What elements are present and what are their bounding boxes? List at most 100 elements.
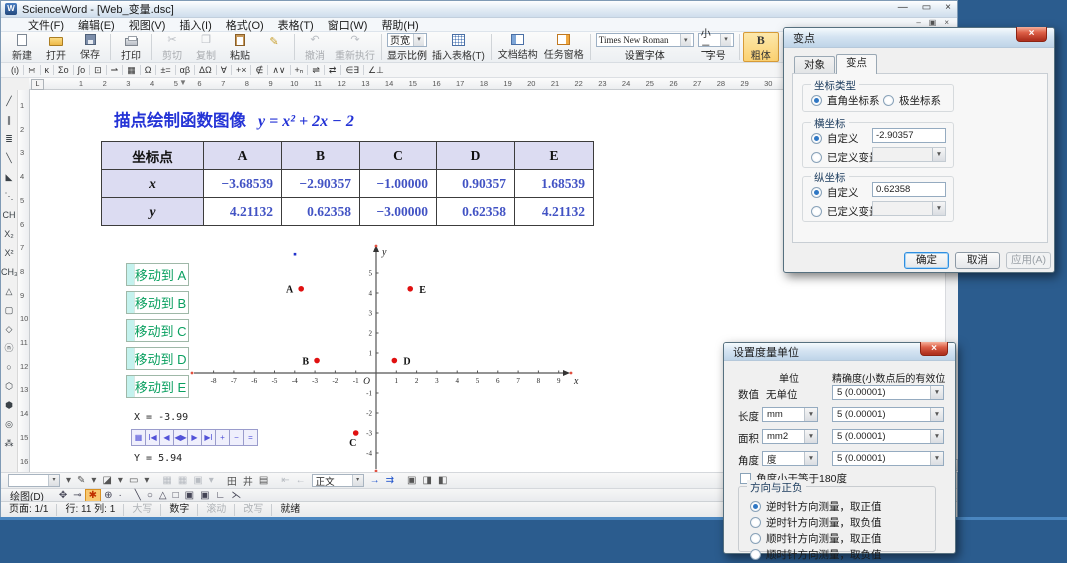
format-icon-disabled-4[interactable]: ▾ [206, 475, 217, 486]
format-icon-disabled-1[interactable]: ▦ [159, 475, 174, 486]
draw-tool-icon-5[interactable]: · [115, 490, 124, 501]
math-tool-icon-9[interactable]: Ω [141, 64, 156, 77]
copy-button[interactable]: ❐复制 [189, 32, 223, 62]
close-icon[interactable]: × [1016, 27, 1047, 42]
apply-button[interactable]: 应用(A) [1006, 252, 1051, 269]
task-pane-button[interactable]: 任务窗格 [541, 32, 587, 62]
math-tool-icon-16[interactable]: ∧∨ [268, 64, 289, 77]
format-painter-button[interactable]: ✎ [257, 32, 291, 62]
x-value-input[interactable] [872, 128, 946, 143]
arrow-icon-1[interactable]: ⇤ [278, 475, 292, 486]
move-to-button-d[interactable]: 移动到 D [126, 347, 189, 370]
draw-tool-icon-1[interactable]: ✥ [56, 490, 70, 501]
print-button[interactable]: 打印 [114, 32, 148, 62]
draw-tool-icon-3[interactable]: ✱ [85, 489, 101, 502]
view-icon-2[interactable]: ◨ [420, 475, 435, 486]
nav-arrow-icon-2[interactable]: ⇉ [383, 475, 397, 486]
arrow-icon-2[interactable]: ← [293, 475, 309, 486]
precision-combo-2[interactable]: 5 (0.00001)▼ [832, 407, 944, 422]
cut-button[interactable]: ✂剪切 [155, 32, 189, 62]
restore-button[interactable]: ▭ [922, 2, 931, 13]
doc-minimize-button[interactable]: – [916, 18, 920, 27]
shape-tool-icon-2[interactable]: ∥ [1, 111, 17, 130]
vertical-ruler[interactable]: 12345678910111213141516 [18, 90, 30, 472]
format-icon-7[interactable]: ▾ [141, 475, 152, 486]
x-defined-radio[interactable]: 已定义变量 [811, 148, 880, 166]
math-tool-icon-6[interactable]: ⊡ [90, 64, 106, 77]
shape-tool-icon-11[interactable]: △ [1, 282, 17, 301]
format-icon-4[interactable]: ◪ [99, 475, 114, 486]
grid-icon-1[interactable]: 田 [224, 473, 240, 488]
shape-tool-icon-1[interactable]: ╱ [1, 92, 17, 111]
coord-type-option-1[interactable]: 直角坐标系 [811, 91, 880, 109]
math-tool-icon-2[interactable]: ∺ [24, 64, 40, 77]
new-button[interactable]: 新建 [5, 32, 39, 62]
math-tool-icon-18[interactable]: ⇌ [308, 64, 324, 77]
math-tool-icon-21[interactable]: ∠⊥ [364, 64, 388, 77]
font-family-combo[interactable]: Times New Roman▾ [596, 33, 694, 47]
draw-tool-icon-12[interactable]: ∟ [213, 490, 229, 501]
grid-icon-3[interactable]: ▤ [256, 475, 271, 486]
format-icon-2[interactable]: ✎ [74, 475, 88, 486]
y-value-input[interactable] [872, 182, 946, 197]
menu-item-2[interactable]: 编辑(E) [71, 17, 122, 33]
bold-button[interactable]: B粗体 [743, 32, 779, 62]
title-bar[interactable]: W ScienceWord - [Web_变量.dsc] — ▭ × [1, 1, 957, 18]
shape-tool-icon-10[interactable]: CH₃ [1, 263, 17, 282]
math-tool-icon-3[interactable]: ĸ [41, 64, 54, 77]
unit-combo-3[interactable]: mm2▼ [762, 429, 818, 444]
menu-item-6[interactable]: 表格(T) [271, 17, 321, 33]
draw-tool-icon-7[interactable]: ○ [144, 490, 156, 501]
shape-tool-icon-14[interactable]: ⓝ [1, 339, 17, 358]
shape-tool-icon-15[interactable]: ○ [1, 358, 17, 377]
dialog-title-bar[interactable]: 变点 × [784, 28, 1054, 48]
menu-item-5[interactable]: 格式(O) [219, 17, 271, 33]
document-structure-button[interactable]: 文档结构 [495, 32, 541, 62]
math-tool-icon-13[interactable]: ∀ [217, 64, 231, 77]
format-icon-5[interactable]: ▾ [115, 475, 126, 486]
view-icon-1[interactable]: ▣ [404, 475, 419, 486]
nav-arrow-icon-1[interactable]: → [367, 475, 383, 486]
paragraph-style-combo[interactable]: 正文▾ [312, 474, 364, 487]
draw-tool-icon-9[interactable]: □ [170, 490, 182, 501]
math-tool-icon-5[interactable]: ∫ο [74, 64, 89, 77]
format-icon-disabled-2[interactable]: ▦ [175, 475, 190, 486]
precision-combo-1[interactable]: 5 (0.00001)▼ [832, 385, 944, 400]
doc-close-button[interactable]: × [944, 18, 949, 27]
zoom-combo[interactable]: 页宽▾ [387, 33, 427, 47]
redo-button[interactable]: ↷重新执行 [332, 32, 378, 62]
grid-icon-2[interactable]: 井 [240, 473, 256, 488]
format-icon-3[interactable]: ▾ [88, 475, 99, 486]
format-icon-6[interactable]: ▭ [126, 475, 141, 486]
coord-type-option-2[interactable]: 极坐标系 [883, 91, 941, 109]
font-size-combo[interactable]: 小二▾ [698, 33, 734, 47]
shape-tool-icon-5[interactable]: ◣ [1, 168, 17, 187]
y-defined-radio[interactable]: 已定义变量 [811, 202, 880, 220]
open-button[interactable]: 打开 [39, 32, 73, 62]
unit-combo-4[interactable]: 度▼ [762, 451, 818, 466]
paste-button[interactable]: 粘贴 [223, 32, 257, 62]
draw-tool-icon-2[interactable]: ⊸ [70, 490, 84, 501]
shape-tool-icon-12[interactable]: ▢ [1, 301, 17, 320]
menu-item-4[interactable]: 插入(I) [172, 17, 218, 33]
math-tool-icon-17[interactable]: +ₙ [291, 64, 308, 77]
style-combo-empty[interactable]: ▾ [8, 474, 60, 487]
unit-combo-2[interactable]: mm▼ [762, 407, 818, 422]
shape-tool-icon-16[interactable]: ⬡ [1, 377, 17, 396]
math-tool-icon-15[interactable]: ∉ [251, 64, 267, 77]
draw-tool-icon-4[interactable]: ⊕ [101, 490, 115, 501]
undo-button[interactable]: ↶撤消 [298, 32, 332, 62]
shape-tool-icon-13[interactable]: ◇ [1, 320, 17, 339]
math-tool-icon-1[interactable]: (ι) [7, 64, 23, 77]
tab-stop-selector[interactable]: L [31, 79, 44, 90]
shape-tool-icon-6[interactable]: ⋱ [1, 187, 17, 206]
dialog-title-bar[interactable]: 设置度量单位 × [724, 343, 955, 361]
precision-combo-3[interactable]: 5 (0.00001)▼ [832, 429, 944, 444]
menu-item-7[interactable]: 窗口(W) [321, 17, 375, 33]
menu-item-3[interactable]: 视图(V) [122, 17, 173, 33]
math-tool-icon-10[interactable]: ±= [156, 64, 174, 77]
move-to-button-e[interactable]: 移动到 E [126, 375, 189, 398]
tab-object[interactable]: 对象 [794, 56, 835, 74]
shape-tool-icon-17[interactable]: ⬢ [1, 396, 17, 415]
ok-button[interactable]: 确定 [904, 252, 949, 269]
